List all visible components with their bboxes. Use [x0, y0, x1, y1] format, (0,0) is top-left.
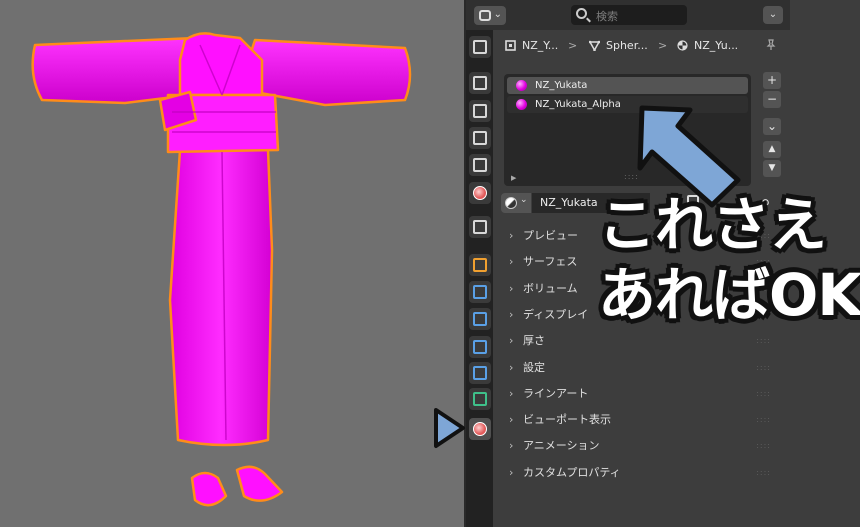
- annotation-line-2: あればOK: [598, 261, 860, 329]
- annotation-line-1: これさえ: [598, 191, 827, 259]
- material-tab-pointer: [434, 408, 465, 448]
